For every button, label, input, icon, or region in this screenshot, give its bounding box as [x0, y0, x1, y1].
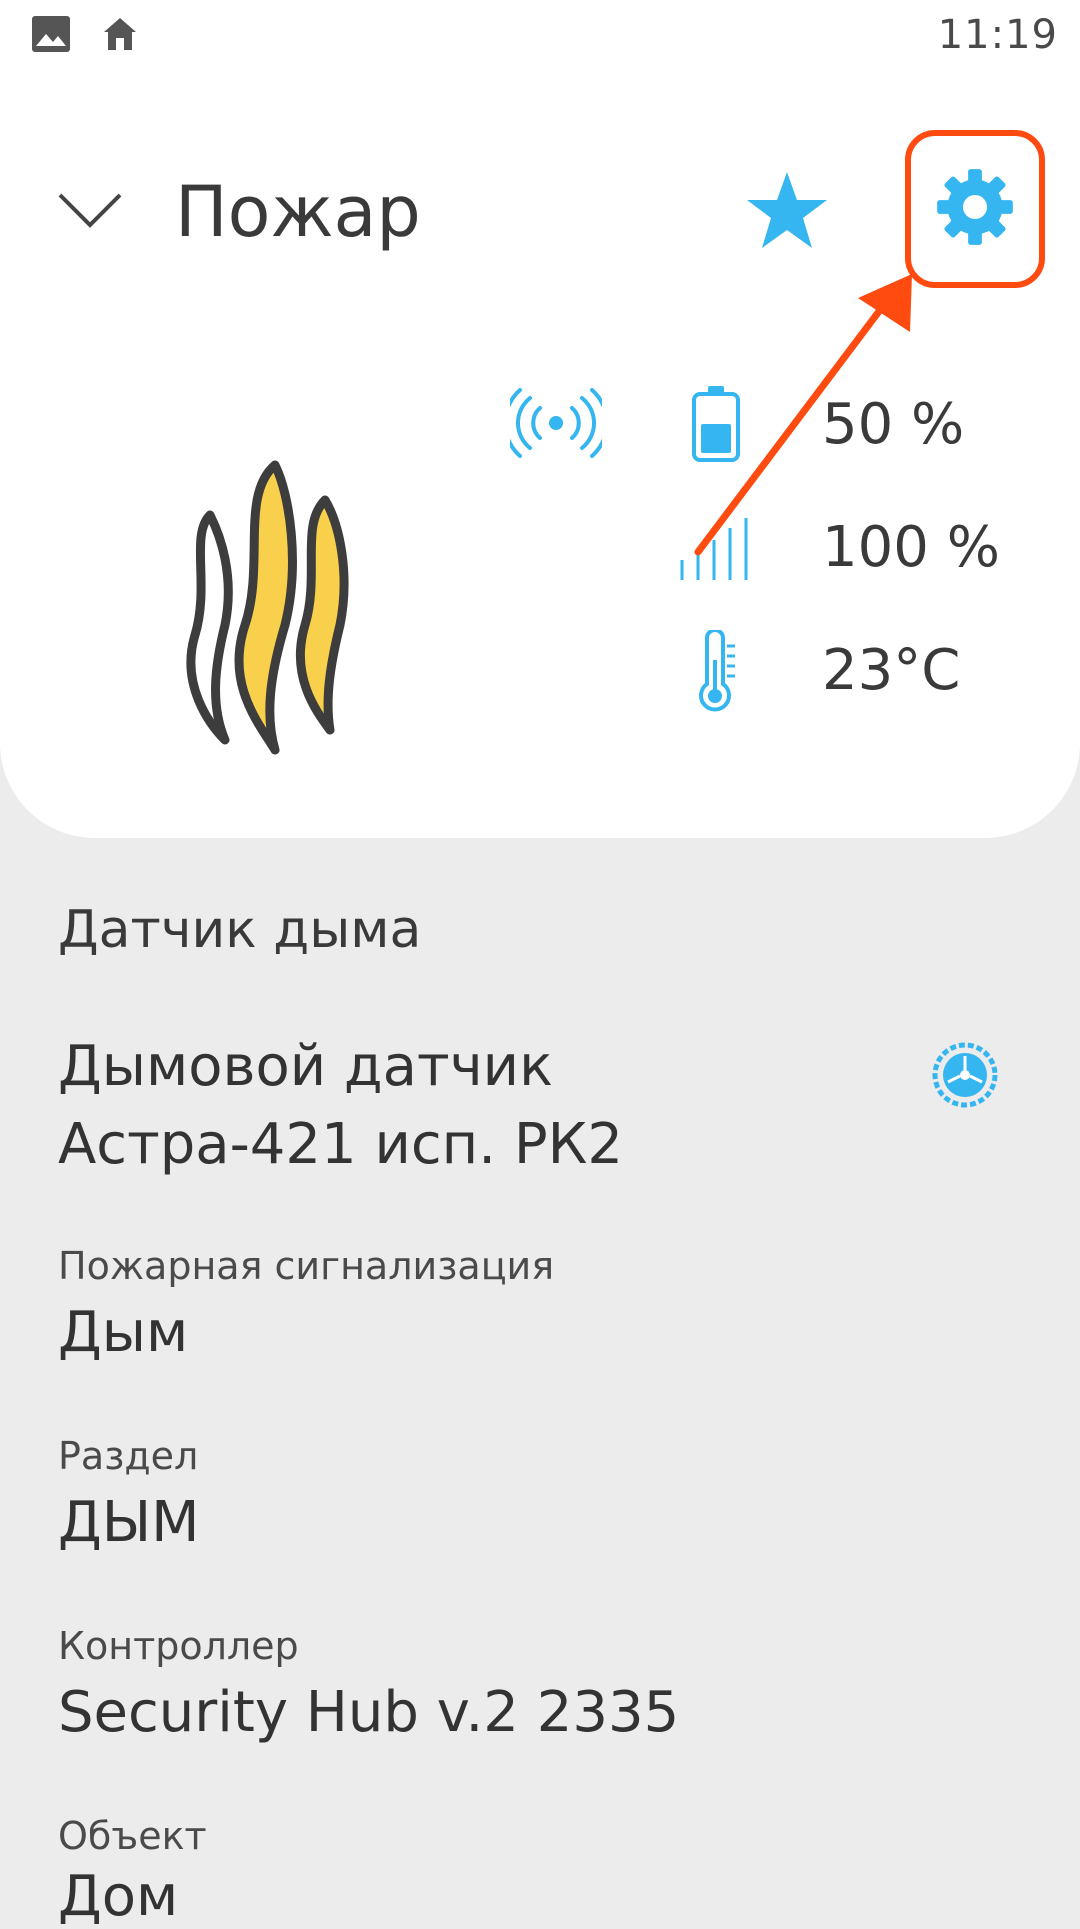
gear-icon: [932, 164, 1018, 254]
section-label: Раздел: [58, 1434, 199, 1478]
annotation-arrow: [690, 270, 930, 564]
device-model: Дымовой датчик Астра-421 исп. РК2: [58, 1034, 624, 1177]
section-value: ДЫМ: [58, 1490, 200, 1555]
object-value: Дом: [58, 1864, 179, 1929]
chevron-down-icon: [55, 193, 125, 239]
thermometer-icon: [693, 628, 737, 718]
status-time: 11:19: [937, 12, 1058, 58]
fire-alarm-value: Дым: [58, 1300, 189, 1365]
sensor-model-icon: [930, 1040, 1000, 1114]
home-icon: [100, 14, 140, 58]
settings-button[interactable]: [905, 130, 1045, 288]
fire-alarm-label: Пожарная сигнализация: [58, 1244, 555, 1288]
smoke-sensor-image: [180, 455, 370, 759]
favorite-button[interactable]: [745, 170, 829, 254]
device-title: Пожар: [175, 171, 421, 253]
object-label: Объект: [58, 1814, 207, 1858]
controller-label: Контроллер: [58, 1624, 299, 1668]
collapse-button[interactable]: [55, 185, 125, 239]
controller-value: Security Hub v.2 2335: [58, 1680, 680, 1745]
device-type: Датчик дыма: [58, 900, 422, 960]
radio-signal-icon: [503, 388, 609, 462]
status-bar: 11:19: [0, 0, 1080, 70]
gallery-icon: [30, 14, 72, 58]
temperature-value: 23°C: [822, 638, 961, 703]
star-icon: [745, 172, 829, 254]
